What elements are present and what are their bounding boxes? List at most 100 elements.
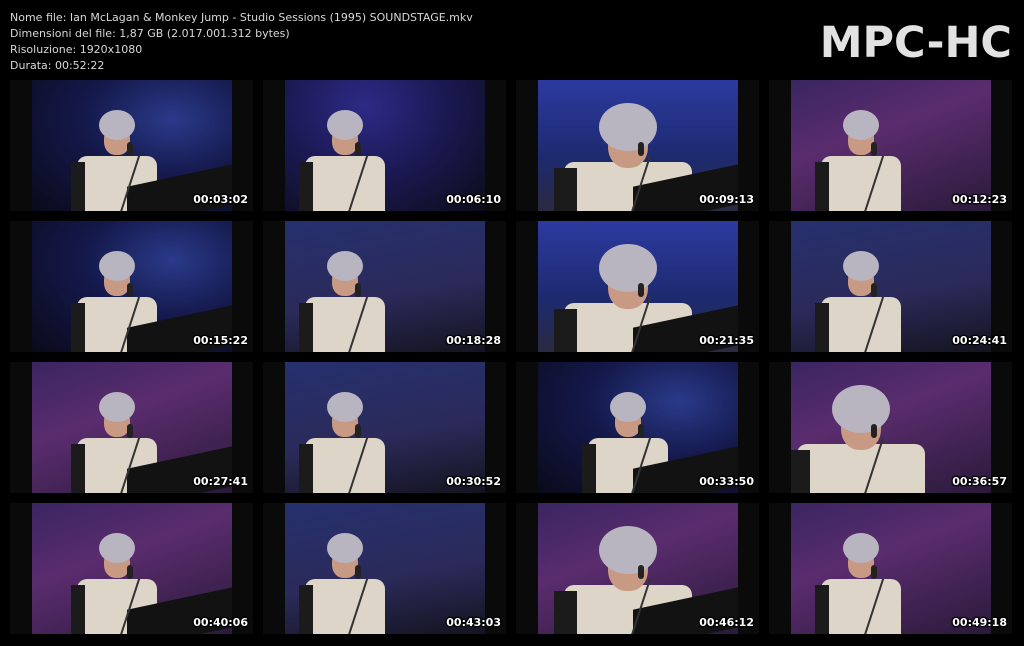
scene-shape bbox=[99, 392, 135, 422]
scene-shape bbox=[305, 579, 385, 634]
microphone-shape bbox=[355, 142, 361, 156]
scene-shape bbox=[791, 450, 810, 493]
scene-shape bbox=[554, 591, 577, 634]
scene-shape bbox=[305, 438, 385, 493]
scene-shape bbox=[832, 384, 890, 433]
microphone-shape bbox=[638, 283, 644, 297]
video-frame bbox=[538, 80, 738, 211]
video-thumbnail: 00:24:41 bbox=[769, 221, 1012, 352]
video-thumbnail: 00:30:52 bbox=[263, 362, 506, 493]
scene-shape bbox=[554, 168, 577, 211]
video-thumbnail: 00:43:03 bbox=[263, 503, 506, 634]
scene-shape bbox=[327, 392, 363, 422]
timestamp-label: 00:15:22 bbox=[193, 334, 248, 347]
scene-shape bbox=[305, 297, 385, 352]
timestamp-label: 00:21:35 bbox=[699, 334, 754, 347]
video-thumbnail: 00:06:10 bbox=[263, 80, 506, 211]
video-thumbnail: 00:18:28 bbox=[263, 221, 506, 352]
scene-shape bbox=[610, 392, 646, 422]
microphone-shape bbox=[638, 142, 644, 156]
scene-shape bbox=[299, 444, 313, 493]
video-frame bbox=[285, 80, 485, 211]
file-size: Dimensioni del file: 1,87 GB (2.017.001.… bbox=[10, 27, 290, 40]
scene-shape bbox=[843, 110, 879, 140]
scene-shape bbox=[299, 162, 313, 211]
scene-shape bbox=[99, 533, 135, 563]
microphone-shape bbox=[638, 565, 644, 579]
video-frame bbox=[538, 221, 738, 352]
timestamp-label: 00:03:02 bbox=[193, 193, 248, 206]
video-frame bbox=[538, 503, 738, 634]
scene-shape bbox=[71, 162, 85, 211]
scene-shape bbox=[71, 585, 85, 634]
scene-shape bbox=[327, 110, 363, 140]
scene-shape bbox=[815, 162, 829, 211]
timestamp-label: 00:06:10 bbox=[446, 193, 501, 206]
resolution: Risoluzione: 1920x1080 bbox=[10, 43, 143, 56]
microphone-shape bbox=[127, 142, 133, 156]
video-frame bbox=[32, 221, 232, 352]
timestamp-label: 00:30:52 bbox=[446, 475, 501, 488]
video-thumbnail: 00:15:22 bbox=[10, 221, 253, 352]
video-frame bbox=[791, 221, 991, 352]
microphone-shape bbox=[127, 424, 133, 438]
video-frame bbox=[285, 503, 485, 634]
scene-shape bbox=[815, 303, 829, 352]
video-thumbnail: 00:40:06 bbox=[10, 503, 253, 634]
microphone-shape bbox=[127, 565, 133, 579]
scene-shape bbox=[821, 297, 901, 352]
video-frame bbox=[791, 80, 991, 211]
video-thumbnail: 00:49:18 bbox=[769, 503, 1012, 634]
timestamp-label: 00:46:12 bbox=[699, 616, 754, 629]
video-frame bbox=[791, 362, 991, 493]
video-frame bbox=[32, 503, 232, 634]
scene-shape bbox=[815, 585, 829, 634]
scene-shape bbox=[99, 251, 135, 281]
video-frame bbox=[538, 362, 738, 493]
microphone-shape bbox=[871, 283, 877, 297]
microphone-shape bbox=[355, 565, 361, 579]
video-thumbnail: 00:27:41 bbox=[10, 362, 253, 493]
scene-shape bbox=[599, 243, 657, 292]
scene-shape bbox=[305, 156, 385, 211]
scene-shape bbox=[821, 579, 901, 634]
timestamp-label: 00:27:41 bbox=[193, 475, 248, 488]
scene-shape bbox=[327, 251, 363, 281]
scene-shape bbox=[71, 303, 85, 352]
timestamp-label: 00:33:50 bbox=[699, 475, 754, 488]
duration: Durata: 00:52:22 bbox=[10, 59, 105, 72]
video-thumbnail: 00:21:35 bbox=[516, 221, 759, 352]
scene-shape bbox=[554, 309, 577, 352]
scene-shape bbox=[299, 303, 313, 352]
scene-shape bbox=[299, 585, 313, 634]
timestamp-label: 00:12:23 bbox=[952, 193, 1007, 206]
video-frame bbox=[285, 362, 485, 493]
scene-shape bbox=[327, 533, 363, 563]
file-name: Nome file: Ian McLagan & Monkey Jump - S… bbox=[10, 11, 473, 24]
microphone-shape bbox=[127, 283, 133, 297]
video-thumbnail: 00:46:12 bbox=[516, 503, 759, 634]
timestamp-label: 00:43:03 bbox=[446, 616, 501, 629]
scene-shape bbox=[843, 533, 879, 563]
video-frame bbox=[285, 221, 485, 352]
video-thumbnail: 00:33:50 bbox=[516, 362, 759, 493]
timestamp-label: 00:24:41 bbox=[952, 334, 1007, 347]
microphone-shape bbox=[355, 283, 361, 297]
microphone-shape bbox=[871, 565, 877, 579]
microphone-shape bbox=[638, 424, 644, 438]
microphone-shape bbox=[871, 424, 877, 438]
microphone-shape bbox=[871, 142, 877, 156]
scene-shape bbox=[582, 444, 596, 493]
scene-shape bbox=[797, 444, 925, 493]
scene-shape bbox=[843, 251, 879, 281]
timestamp-label: 00:18:28 bbox=[446, 334, 501, 347]
timestamp-label: 00:49:18 bbox=[952, 616, 1007, 629]
video-thumbnail: 00:36:57 bbox=[769, 362, 1012, 493]
video-frame bbox=[32, 362, 232, 493]
video-thumbnail: 00:09:13 bbox=[516, 80, 759, 211]
scene-shape bbox=[599, 525, 657, 574]
video-thumbnail: 00:03:02 bbox=[10, 80, 253, 211]
scene-shape bbox=[599, 102, 657, 151]
microphone-shape bbox=[355, 424, 361, 438]
timestamp-label: 00:40:06 bbox=[193, 616, 248, 629]
